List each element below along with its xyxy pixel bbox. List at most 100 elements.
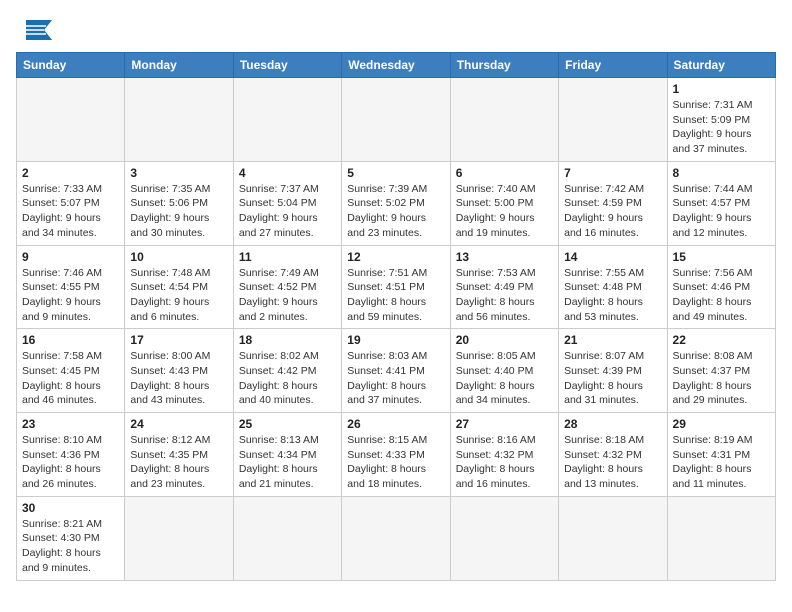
calendar-table: SundayMondayTuesdayWednesdayThursdayFrid…	[16, 52, 776, 581]
day-info: Sunrise: 7:49 AM Sunset: 4:52 PM Dayligh…	[239, 266, 336, 325]
day-number: 8	[673, 166, 770, 180]
calendar-cell: 24 Sunrise: 8:12 AM Sunset: 4:35 PM Dayli…	[125, 413, 233, 497]
day-info: Sunrise: 8:03 AM Sunset: 4:41 PM Dayligh…	[347, 349, 444, 408]
day-info: Sunrise: 7:53 AM Sunset: 4:49 PM Dayligh…	[456, 266, 553, 325]
day-info: Sunrise: 8:16 AM Sunset: 4:32 PM Dayligh…	[456, 433, 553, 492]
weekday-header-friday: Friday	[559, 53, 667, 78]
day-info: Sunrise: 7:31 AM Sunset: 5:09 PM Dayligh…	[673, 98, 770, 157]
day-info: Sunrise: 8:13 AM Sunset: 4:34 PM Dayligh…	[239, 433, 336, 492]
calendar-cell: 27 Sunrise: 8:16 AM Sunset: 4:32 PM Dayli…	[450, 413, 558, 497]
day-number: 6	[456, 166, 553, 180]
calendar-cell: 3 Sunrise: 7:35 AM Sunset: 5:06 PM Daylig…	[125, 161, 233, 245]
day-number: 24	[130, 417, 227, 431]
logo-icon	[16, 16, 52, 44]
day-info: Sunrise: 7:46 AM Sunset: 4:55 PM Dayligh…	[22, 266, 119, 325]
calendar-cell: 8Sunrise: 7:44 AM Sunset: 4:57 PM Daylig…	[667, 161, 775, 245]
calendar-cell: 5Sunrise: 7:39 AM Sunset: 5:02 PM Daylig…	[342, 161, 450, 245]
weekday-header-row: SundayMondayTuesdayWednesdayThursdayFrid…	[17, 53, 776, 78]
calendar-cell: 16Sunrise: 7:58 AM Sunset: 4:45 PM Dayli…	[17, 329, 125, 413]
calendar-cell	[342, 496, 450, 580]
day-number: 10	[130, 250, 227, 264]
day-number: 30	[22, 501, 119, 515]
calendar-cell: 29Sunrise: 8:19 AM Sunset: 4:31 PM Dayli…	[667, 413, 775, 497]
day-number: 21	[564, 333, 661, 347]
day-number: 5	[347, 166, 444, 180]
day-number: 27	[456, 417, 553, 431]
day-number: 18	[239, 333, 336, 347]
day-info: Sunrise: 7:51 AM Sunset: 4:51 PM Dayligh…	[347, 266, 444, 325]
calendar-cell: 7 Sunrise: 7:42 AM Sunset: 4:59 PM Daylig…	[559, 161, 667, 245]
calendar-cell: 30Sunrise: 8:21 AM Sunset: 4:30 PM Dayli…	[17, 496, 125, 580]
day-info: Sunrise: 7:40 AM Sunset: 5:00 PM Dayligh…	[456, 182, 553, 241]
day-info: Sunrise: 8:05 AM Sunset: 4:40 PM Dayligh…	[456, 349, 553, 408]
weekday-header-sunday: Sunday	[17, 53, 125, 78]
calendar-cell	[559, 78, 667, 162]
day-info: Sunrise: 7:35 AM Sunset: 5:06 PM Dayligh…	[130, 182, 227, 241]
calendar-cell: 20 Sunrise: 8:05 AM Sunset: 4:40 PM Dayli…	[450, 329, 558, 413]
day-info: Sunrise: 8:07 AM Sunset: 4:39 PM Dayligh…	[564, 349, 661, 408]
calendar-cell: 1 Sunrise: 7:31 AM Sunset: 5:09 PM Daylig…	[667, 78, 775, 162]
day-number: 23	[22, 417, 119, 431]
calendar-cell: 25 Sunrise: 8:13 AM Sunset: 4:34 PM Dayli…	[233, 413, 341, 497]
day-number: 15	[673, 250, 770, 264]
calendar-cell	[450, 78, 558, 162]
calendar-cell	[450, 496, 558, 580]
weekday-header-wednesday: Wednesday	[342, 53, 450, 78]
calendar-cell	[342, 78, 450, 162]
calendar-cell: 13 Sunrise: 7:53 AM Sunset: 4:49 PM Dayli…	[450, 245, 558, 329]
day-number: 4	[239, 166, 336, 180]
calendar-cell: 14Sunrise: 7:55 AM Sunset: 4:48 PM Dayli…	[559, 245, 667, 329]
day-number: 2	[22, 166, 119, 180]
weekday-header-tuesday: Tuesday	[233, 53, 341, 78]
calendar-cell: 2 Sunrise: 7:33 AM Sunset: 5:07 PM Daylig…	[17, 161, 125, 245]
calendar-cell: 17Sunrise: 8:00 AM Sunset: 4:43 PM Dayli…	[125, 329, 233, 413]
calendar-week-5: 23Sunrise: 8:10 AM Sunset: 4:36 PM Dayli…	[17, 413, 776, 497]
day-number: 11	[239, 250, 336, 264]
calendar-cell: 15 Sunrise: 7:56 AM Sunset: 4:46 PM Dayli…	[667, 245, 775, 329]
calendar-cell: 19 Sunrise: 8:03 AM Sunset: 4:41 PM Dayli…	[342, 329, 450, 413]
calendar-week-2: 2 Sunrise: 7:33 AM Sunset: 5:07 PM Daylig…	[17, 161, 776, 245]
calendar-cell	[233, 78, 341, 162]
day-number: 12	[347, 250, 444, 264]
day-number: 3	[130, 166, 227, 180]
day-number: 19	[347, 333, 444, 347]
day-number: 29	[673, 417, 770, 431]
calendar-week-6: 30Sunrise: 8:21 AM Sunset: 4:30 PM Dayli…	[17, 496, 776, 580]
calendar-cell: 22Sunrise: 8:08 AM Sunset: 4:37 PM Dayli…	[667, 329, 775, 413]
calendar-cell: 11 Sunrise: 7:49 AM Sunset: 4:52 PM Dayli…	[233, 245, 341, 329]
calendar-cell: 12 Sunrise: 7:51 AM Sunset: 4:51 PM Dayli…	[342, 245, 450, 329]
day-info: Sunrise: 7:42 AM Sunset: 4:59 PM Dayligh…	[564, 182, 661, 241]
day-info: Sunrise: 7:55 AM Sunset: 4:48 PM Dayligh…	[564, 266, 661, 325]
day-info: Sunrise: 7:37 AM Sunset: 5:04 PM Dayligh…	[239, 182, 336, 241]
calendar-header: SundayMondayTuesdayWednesdayThursdayFrid…	[17, 53, 776, 78]
day-info: Sunrise: 8:15 AM Sunset: 4:33 PM Dayligh…	[347, 433, 444, 492]
day-number: 20	[456, 333, 553, 347]
day-info: Sunrise: 8:02 AM Sunset: 4:42 PM Dayligh…	[239, 349, 336, 408]
day-number: 28	[564, 417, 661, 431]
day-number: 7	[564, 166, 661, 180]
day-info: Sunrise: 7:56 AM Sunset: 4:46 PM Dayligh…	[673, 266, 770, 325]
day-number: 13	[456, 250, 553, 264]
calendar-week-1: 1 Sunrise: 7:31 AM Sunset: 5:09 PM Daylig…	[17, 78, 776, 162]
day-info: Sunrise: 8:12 AM Sunset: 4:35 PM Dayligh…	[130, 433, 227, 492]
day-number: 25	[239, 417, 336, 431]
day-number: 1	[673, 82, 770, 96]
calendar-cell	[559, 496, 667, 580]
weekday-header-monday: Monday	[125, 53, 233, 78]
calendar-cell	[125, 496, 233, 580]
calendar-week-3: 9Sunrise: 7:46 AM Sunset: 4:55 PM Daylig…	[17, 245, 776, 329]
weekday-header-saturday: Saturday	[667, 53, 775, 78]
day-number: 22	[673, 333, 770, 347]
calendar-week-4: 16Sunrise: 7:58 AM Sunset: 4:45 PM Dayli…	[17, 329, 776, 413]
day-info: Sunrise: 8:00 AM Sunset: 4:43 PM Dayligh…	[130, 349, 227, 408]
calendar-cell: 21 Sunrise: 8:07 AM Sunset: 4:39 PM Dayli…	[559, 329, 667, 413]
day-number: 26	[347, 417, 444, 431]
weekday-header-thursday: Thursday	[450, 53, 558, 78]
calendar-cell: 6 Sunrise: 7:40 AM Sunset: 5:00 PM Daylig…	[450, 161, 558, 245]
calendar-cell: 4 Sunrise: 7:37 AM Sunset: 5:04 PM Daylig…	[233, 161, 341, 245]
calendar-cell	[667, 496, 775, 580]
day-info: Sunrise: 7:33 AM Sunset: 5:07 PM Dayligh…	[22, 182, 119, 241]
page-header	[16, 16, 776, 44]
calendar-body: 1 Sunrise: 7:31 AM Sunset: 5:09 PM Daylig…	[17, 78, 776, 581]
calendar-cell: 23Sunrise: 8:10 AM Sunset: 4:36 PM Dayli…	[17, 413, 125, 497]
